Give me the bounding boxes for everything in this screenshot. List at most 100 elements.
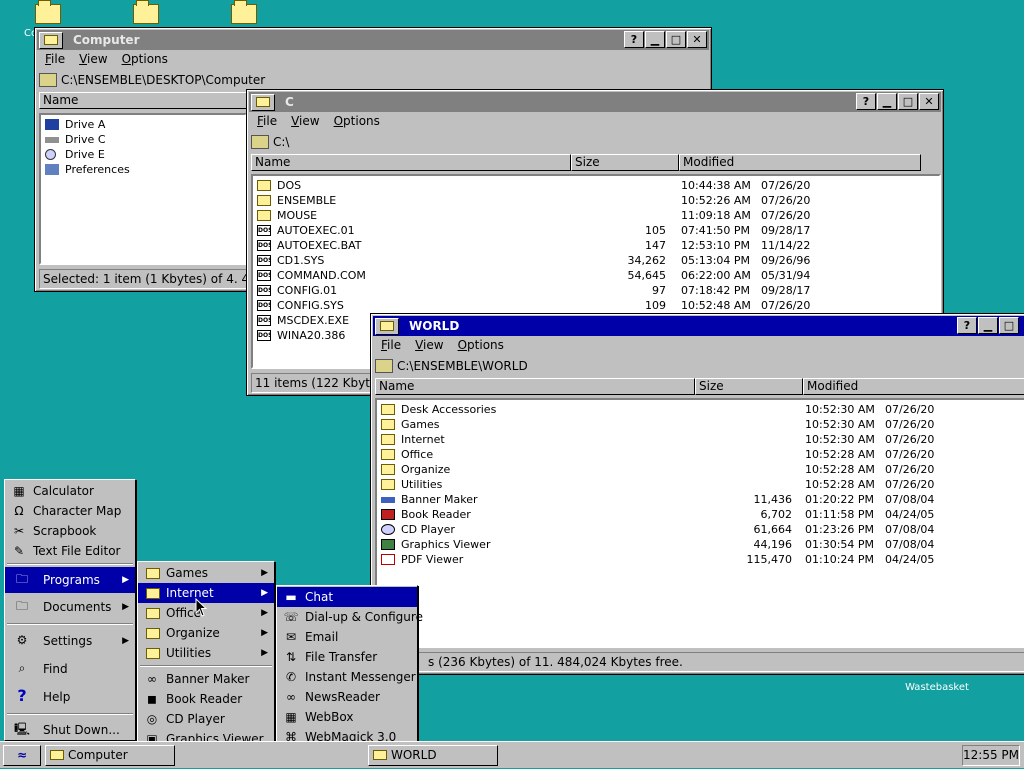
minimize-button[interactable]: ▁ bbox=[978, 317, 998, 334]
list-item[interactable]: DOS AUTOEXEC.01 105 07:41:50 PM 09/28/17 bbox=[253, 223, 939, 238]
up-folder-icon[interactable] bbox=[375, 359, 393, 373]
desktop-icon-documents[interactable] bbox=[116, 0, 176, 24]
menu-item-find[interactable]: ⌕ Find bbox=[5, 655, 135, 683]
world-window[interactable]: WORLD ? ▁ □ File View Options C:\ENSEMBL… bbox=[370, 313, 1024, 675]
header-name[interactable]: Name bbox=[39, 92, 247, 109]
cell-date: 07/08/04 bbox=[885, 493, 935, 506]
menu-options[interactable]: Options bbox=[334, 114, 380, 132]
list-item[interactable]: MOUSE 11:09:18 AM 07/26/20 bbox=[253, 208, 939, 223]
file-list[interactable]: Drive A Drive C Drive E Preferences bbox=[39, 113, 247, 265]
menu-item-book-reader[interactable]: ◼ Book Reader bbox=[138, 689, 274, 709]
menu-item-documents[interactable]: 🗀 Documents ▶ bbox=[5, 593, 135, 621]
menu-item-email[interactable]: ✉ Email bbox=[277, 627, 417, 647]
menu-item-cd-player[interactable]: ◎ CD Player bbox=[138, 709, 274, 729]
list-item[interactable]: Organize 10:52:28 AM 07/26/20 bbox=[377, 462, 1024, 477]
header-name[interactable]: Name bbox=[251, 154, 571, 171]
up-folder-icon[interactable] bbox=[39, 73, 57, 87]
dialup-icon: ☏ bbox=[283, 610, 299, 624]
list-item[interactable]: Utilities 10:52:28 AM 07/26/20 bbox=[377, 477, 1024, 492]
maximize-button[interactable]: □ bbox=[666, 31, 686, 48]
menu-item-dialup[interactable]: ☏ Dial-up & Configure bbox=[277, 607, 422, 627]
menu-item-banner-maker[interactable]: ∞ Banner Maker bbox=[138, 669, 274, 689]
list-item[interactable]: Games 10:52:30 AM 07/26/20 bbox=[377, 417, 1024, 432]
computer-titlebar[interactable]: Computer ? ▁ □ ✕ bbox=[37, 30, 709, 50]
menu-item-utilities[interactable]: Utilities ▶ bbox=[138, 643, 274, 663]
list-item[interactable]: CD Player 61,664 01:23:26 PM 07/08/04 bbox=[377, 522, 1024, 537]
help-button[interactable]: ? bbox=[957, 317, 977, 334]
maximize-button[interactable]: □ bbox=[898, 93, 918, 110]
menu-item-messenger[interactable]: ✆ Instant Messenger bbox=[277, 667, 417, 687]
c-titlebar[interactable]: C ? ▁ □ ✕ bbox=[249, 92, 941, 112]
close-button[interactable]: ✕ bbox=[919, 93, 939, 110]
list-item[interactable]: DOS AUTOEXEC.BAT 147 12:53:10 PM 11/14/22 bbox=[253, 238, 939, 253]
menu-item-settings[interactable]: ⚙ Settings ▶ bbox=[5, 627, 135, 655]
menu-item-games[interactable]: Games ▶ bbox=[138, 563, 274, 583]
list-item[interactable]: Desk Accessories 10:52:30 AM 07/26/20 bbox=[377, 402, 1024, 417]
file-list[interactable]: Desk Accessories 10:52:30 AM 07/26/20 Games… bbox=[375, 398, 1024, 648]
list-item[interactable]: Internet 10:52:30 AM 07/26/20 bbox=[377, 432, 1024, 447]
menu-item-webbox[interactable]: ▦ WebBox bbox=[277, 707, 417, 727]
desktop-icon-programs[interactable] bbox=[214, 0, 274, 24]
menu-item-calculator[interactable]: ▦ Calculator bbox=[5, 481, 135, 501]
start-button[interactable]: ≈ bbox=[3, 745, 41, 766]
menu-view[interactable]: View bbox=[291, 114, 319, 132]
header-modified[interactable]: Modified bbox=[679, 154, 921, 171]
minimize-button[interactable]: ▁ bbox=[645, 31, 665, 48]
menu-item-help[interactable]: ? Help bbox=[5, 683, 135, 711]
close-button[interactable]: ✕ bbox=[687, 31, 707, 48]
menu-item-text-file-editor[interactable]: ✎ Text File Editor bbox=[5, 541, 135, 561]
minimize-button[interactable]: ▁ bbox=[877, 93, 897, 110]
menu-options[interactable]: Options bbox=[458, 338, 504, 356]
world-titlebar[interactable]: WORLD ? ▁ □ bbox=[373, 316, 1024, 336]
cell-size: 11,436 bbox=[753, 493, 793, 506]
help-button[interactable]: ? bbox=[856, 93, 876, 110]
menu-item-character-map[interactable]: Ω Character Map bbox=[5, 501, 135, 521]
cell-date: 07/26/20 bbox=[885, 418, 935, 431]
header-modified[interactable]: Modified bbox=[803, 378, 1024, 395]
dos-file-icon: DOS bbox=[257, 315, 271, 326]
header-size[interactable]: Size bbox=[695, 378, 803, 395]
menu-item-ftp[interactable]: ⇅ File Transfer bbox=[277, 647, 417, 667]
taskbar-button-computer[interactable]: Computer bbox=[45, 745, 175, 766]
menu-options[interactable]: Options bbox=[122, 52, 168, 70]
menu-file[interactable]: File bbox=[45, 52, 65, 70]
menu-item-chat[interactable]: ▬ Chat bbox=[277, 587, 417, 607]
list-item[interactable]: DOS CONFIG.01 97 07:18:42 PM 09/28/17 bbox=[253, 283, 939, 298]
menu-file[interactable]: File bbox=[381, 338, 401, 356]
menu-view[interactable]: View bbox=[79, 52, 107, 70]
menu-item-organize[interactable]: Organize ▶ bbox=[138, 623, 274, 643]
cell-time: 07:18:42 PM bbox=[681, 284, 751, 297]
header-name[interactable]: Name bbox=[375, 378, 695, 395]
window-menu-button[interactable] bbox=[375, 317, 399, 335]
cell-time: 01:10:24 PM bbox=[805, 553, 875, 566]
list-item[interactable]: Book Reader 6,702 01:11:58 PM 04/24/05 bbox=[377, 507, 1024, 522]
menu-view[interactable]: View bbox=[415, 338, 443, 356]
menu-item-newsreader[interactable]: ∞ NewsReader bbox=[277, 687, 417, 707]
list-item[interactable]: DOS CD1.SYS 34,262 05:13:04 PM 09/26/96 bbox=[253, 253, 939, 268]
list-item[interactable]: PDF Viewer 115,470 01:10:24 PM 04/24/05 bbox=[377, 552, 1024, 567]
menu-item-programs[interactable]: 🗀 Programs ▶ bbox=[5, 567, 135, 593]
list-item[interactable]: Drive E bbox=[41, 147, 245, 162]
list-item[interactable]: Banner Maker 11,436 01:20:22 PM 07/08/04 bbox=[377, 492, 1024, 507]
header-size[interactable]: Size bbox=[571, 154, 679, 171]
maximize-button[interactable]: □ bbox=[999, 317, 1019, 334]
list-item[interactable]: DOS COMMAND.COM 54,645 06:22:00 AM 05/31/94 bbox=[253, 268, 939, 283]
list-item[interactable]: DOS 10:44:38 AM 07/26/20 bbox=[253, 178, 939, 193]
window-menu-button[interactable] bbox=[251, 93, 275, 111]
list-item[interactable]: Office 10:52:28 AM 07/26/20 bbox=[377, 447, 1024, 462]
list-item[interactable]: Drive A bbox=[41, 117, 245, 132]
list-item[interactable]: ENSEMBLE 10:52:26 AM 07/26/20 bbox=[253, 193, 939, 208]
cell-name: DOS bbox=[277, 179, 302, 192]
menu-file[interactable]: File bbox=[257, 114, 277, 132]
help-button[interactable]: ? bbox=[624, 31, 644, 48]
up-folder-icon[interactable] bbox=[251, 135, 269, 149]
window-menu-button[interactable] bbox=[39, 31, 63, 49]
list-item[interactable]: Drive C bbox=[41, 132, 245, 147]
list-item[interactable]: Preferences bbox=[41, 162, 245, 177]
list-item[interactable]: DOS CONFIG.SYS 109 10:52:48 AM 07/26/20 bbox=[253, 298, 939, 313]
menu-item-scrapbook[interactable]: ✂ Scrapbook bbox=[5, 521, 135, 541]
column-headers: Name Size Modified bbox=[375, 378, 1024, 395]
list-item[interactable]: Graphics Viewer 44,196 01:30:54 PM 07/08/04 bbox=[377, 537, 1024, 552]
menu-item-shutdown[interactable]: 🖳 Shut Down... bbox=[5, 717, 135, 743]
taskbar-button-world[interactable]: WORLD bbox=[368, 745, 498, 766]
